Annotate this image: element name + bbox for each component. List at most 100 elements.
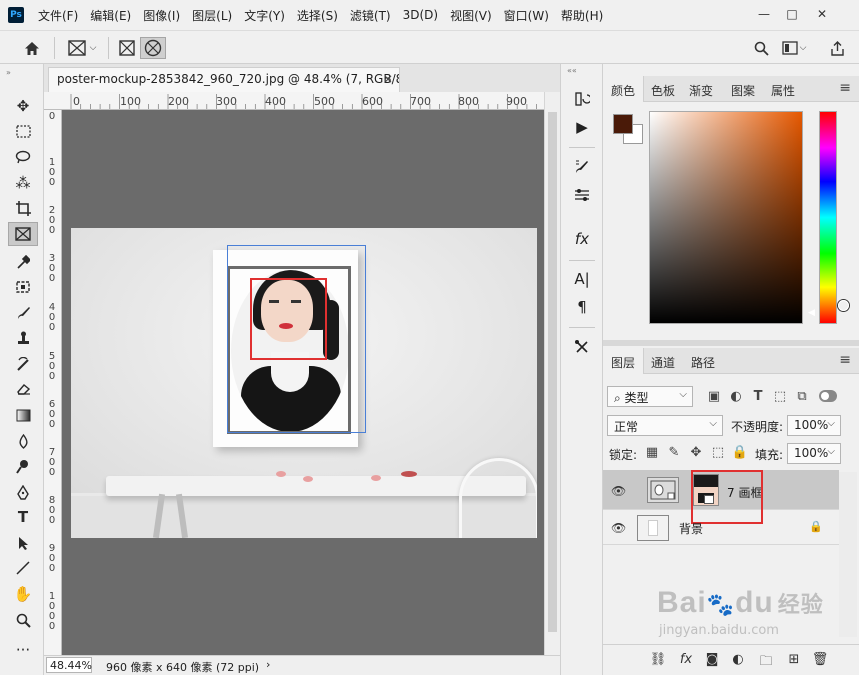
menu-file[interactable]: 文件(F) (38, 7, 78, 24)
lock-transparency-icon[interactable]: ▦ (643, 445, 661, 460)
vertical-scrollbar[interactable] (544, 92, 560, 655)
type-tool-icon[interactable]: T (8, 505, 38, 529)
menu-3d[interactable]: 3D(D) (403, 8, 438, 22)
healing-brush-tool-icon[interactable] (8, 275, 38, 299)
hand-tool-icon[interactable]: ✋ (8, 582, 38, 606)
adjustment-layer-icon[interactable]: ◐ (729, 652, 747, 667)
menu-edit[interactable]: 编辑(E) (90, 7, 131, 24)
share-icon[interactable] (826, 37, 848, 59)
layer-row-frame[interactable]: 👁 7 画框 (603, 470, 839, 524)
lock-position-icon[interactable]: ✥ (687, 445, 705, 460)
hue-slider[interactable] (819, 111, 837, 324)
close-window-button[interactable]: ✕ (810, 4, 834, 24)
gradient-tool-icon[interactable] (8, 403, 38, 427)
maximize-button[interactable]: □ (780, 4, 804, 24)
history-panel-icon[interactable] (570, 88, 594, 110)
crop-tool-icon[interactable] (8, 196, 38, 220)
menu-layer[interactable]: 图层(L) (192, 7, 232, 24)
visibility-eye-icon[interactable]: 👁 (611, 521, 626, 535)
panel-menu-icon[interactable]: ≡ (839, 352, 851, 368)
tab-gradients[interactable]: 渐变 (681, 76, 721, 102)
line-tool-icon[interactable] (8, 556, 38, 580)
menu-type[interactable]: 文字(Y) (244, 7, 285, 24)
dodge-tool-icon[interactable] (8, 454, 38, 478)
menu-view[interactable]: 视图(V) (450, 7, 492, 24)
adjustment-filter-icon[interactable]: ◐ (727, 389, 745, 404)
brush-settings-icon[interactable] (570, 156, 594, 178)
close-document-icon[interactable]: × (383, 72, 393, 86)
layers-scrollbar[interactable] (839, 472, 857, 637)
marquee-tool-icon[interactable] (8, 119, 38, 143)
rect-frame-icon[interactable] (115, 37, 139, 59)
character-panel-icon[interactable]: A| (570, 268, 594, 290)
eraser-tool-icon[interactable] (8, 377, 38, 401)
layer-name[interactable]: 背景 (679, 520, 703, 537)
home-icon[interactable] (20, 37, 44, 59)
styles-icon[interactable]: fx (570, 228, 594, 250)
lock-pixels-icon[interactable]: ✎ (665, 445, 683, 460)
opacity-input[interactable]: 100% ⌵ (787, 415, 841, 436)
collapse-handle[interactable]: » (6, 68, 11, 77)
tab-swatches[interactable]: 色板 (643, 76, 683, 102)
path-selection-tool-icon[interactable] (8, 531, 38, 555)
paragraph-panel-icon[interactable]: ¶ (570, 296, 594, 318)
pen-tool-icon[interactable] (8, 480, 38, 504)
lasso-tool-icon[interactable] (8, 145, 38, 169)
clone-stamp-tool-icon[interactable] (8, 326, 38, 350)
foreground-color-swatch[interactable] (613, 114, 633, 134)
brush-tool-icon[interactable] (8, 301, 38, 325)
search-icon[interactable] (750, 37, 772, 59)
new-group-icon[interactable]: 🗀 (757, 652, 775, 674)
artboard-lock-icon[interactable]: ⬚ (709, 445, 727, 460)
hue-slider-handle[interactable]: ◀ (808, 308, 815, 318)
history-brush-tool-icon[interactable] (8, 352, 38, 376)
lock-all-icon[interactable]: 🔒 (731, 445, 749, 460)
layer-style-icon[interactable]: fx (677, 652, 695, 667)
frame-tool-icon[interactable] (8, 222, 38, 246)
status-menu-arrow[interactable]: › (266, 658, 270, 671)
panel-menu-icon[interactable]: ≡ (839, 80, 851, 96)
adjustments-icon[interactable] (570, 184, 594, 206)
document-image[interactable] (71, 228, 537, 538)
minimize-button[interactable]: — (752, 4, 776, 24)
menu-select[interactable]: 选择(S) (297, 7, 338, 24)
link-layers-icon[interactable]: ⛓ (649, 652, 667, 667)
menu-help[interactable]: 帮助(H) (561, 7, 603, 24)
smart-object-filter-icon[interactable]: ⧉ (793, 389, 811, 404)
workspace-icon[interactable]: ⌵ (780, 37, 808, 59)
tab-channels[interactable]: 通道 (643, 348, 683, 374)
menu-window[interactable]: 窗口(W) (504, 7, 549, 24)
visibility-eye-icon[interactable]: 👁 (611, 484, 626, 498)
layer-filter-select[interactable]: ⌕ 类型 ⌵ (607, 386, 693, 407)
blur-tool-icon[interactable] (8, 429, 38, 453)
pixel-filter-icon[interactable]: ▣ (705, 389, 723, 404)
zoom-field[interactable]: 48.44% (46, 657, 92, 673)
frame-tool-preset-picker[interactable]: ⌵ (62, 37, 102, 59)
shape-filter-icon[interactable]: ⬚ (771, 389, 789, 404)
canvas-area[interactable] (62, 110, 544, 655)
tab-properties[interactable]: 属性 (763, 76, 803, 102)
actions-panel-icon[interactable]: ▶ (570, 116, 594, 138)
tool-presets-icon[interactable] (570, 336, 594, 358)
color-picker-field[interactable] (649, 111, 849, 324)
magic-wand-tool-icon[interactable]: ⁂ (8, 171, 38, 195)
color-picker-handle[interactable] (838, 300, 849, 311)
eyedropper-tool-icon[interactable] (8, 250, 38, 274)
tab-color[interactable]: 颜色 (603, 76, 645, 102)
add-mask-icon[interactable]: ◙ (703, 652, 721, 667)
new-layer-icon[interactable]: ⊞ (785, 652, 803, 667)
document-tab[interactable]: poster-mockup-2853842_960_720.jpg @ 48.4… (48, 67, 400, 92)
tab-paths[interactable]: 路径 (683, 348, 723, 374)
menu-image[interactable]: 图像(I) (143, 7, 180, 24)
zoom-tool-icon[interactable] (8, 608, 38, 632)
tab-layers[interactable]: 图层 (603, 348, 645, 374)
more-tools-icon[interactable]: ··· (8, 638, 38, 662)
type-filter-icon[interactable]: T (749, 389, 767, 404)
delete-layer-icon[interactable]: 🗑 (811, 652, 829, 667)
layer-row-background[interactable]: 👁 背景 🔒 (603, 511, 839, 545)
tab-patterns[interactable]: 图案 (723, 76, 763, 102)
ellipse-frame-icon[interactable] (140, 37, 166, 59)
menu-filter[interactable]: 滤镜(T) (350, 7, 391, 24)
blend-mode-select[interactable]: 正常 ⌵ (607, 415, 723, 436)
move-tool-icon[interactable]: ✥ (8, 94, 38, 118)
